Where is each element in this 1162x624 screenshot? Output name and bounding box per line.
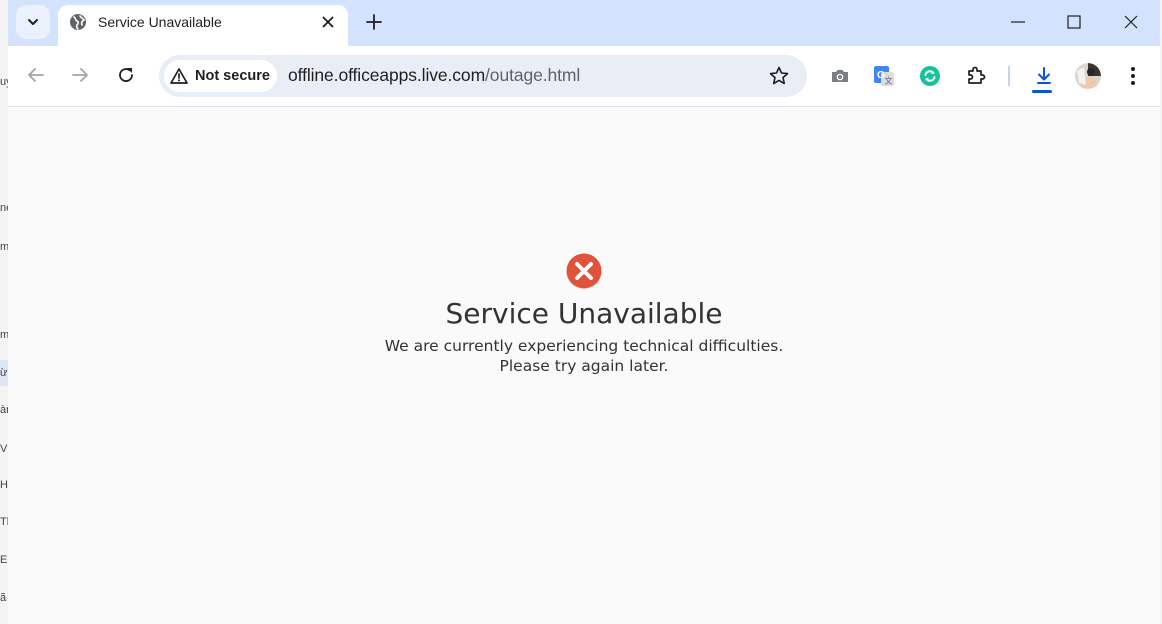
forward-button[interactable] [69, 64, 91, 86]
error-x-icon [566, 253, 602, 289]
tab-active[interactable]: Service Unavailable [58, 5, 348, 46]
url-path: /outage.html [485, 65, 581, 85]
background-fragment: ã [0, 592, 7, 604]
new-tab-button[interactable] [364, 12, 384, 32]
background-fragment: ừ [0, 367, 8, 379]
site-info-chip[interactable]: Not secure [164, 60, 277, 92]
security-label: Not secure [195, 68, 270, 84]
back-button[interactable] [25, 64, 47, 86]
window-close-button[interactable] [1121, 12, 1141, 32]
tab-title: Service Unavailable [98, 14, 222, 30]
maximize-button[interactable] [1064, 12, 1084, 32]
toolbar-separator [1008, 66, 1010, 86]
tab-search-button[interactable] [16, 5, 50, 39]
warning-triangle-icon [170, 68, 188, 84]
close-icon[interactable] [320, 14, 336, 30]
download-progress-indicator [1032, 90, 1052, 93]
reload-button[interactable] [115, 64, 137, 86]
menu-dots-icon[interactable] [1125, 64, 1141, 88]
tab-strip: Service Unavailable [8, 0, 1160, 46]
minimize-button[interactable] [1008, 12, 1028, 32]
grammarly-icon[interactable] [918, 64, 942, 88]
google-translate-icon[interactable]: G 文 [872, 64, 896, 88]
profile-avatar[interactable] [1075, 63, 1101, 89]
globe-icon [70, 14, 86, 30]
chevron-down-icon [28, 19, 38, 25]
browser-window: Service Unavailable Not secure offline.o… [8, 0, 1160, 624]
background-fragment: E [0, 554, 8, 566]
page-content: Service Unavailable We are currently exp… [8, 107, 1160, 624]
background-fragment: V [0, 443, 8, 455]
page-title: Service Unavailable [445, 297, 723, 330]
address-bar[interactable]: Not secure offline.officeapps.live.com/o… [159, 55, 807, 97]
toolbar: Not secure offline.officeapps.live.com/o… [8, 46, 1160, 107]
background-fragment: H [0, 479, 8, 491]
puzzle-icon[interactable] [964, 64, 988, 88]
url-text[interactable]: offline.officeapps.live.com/outage.html [288, 65, 580, 86]
download-icon[interactable] [1032, 64, 1056, 88]
star-icon[interactable] [768, 65, 790, 87]
svg-text:文: 文 [885, 76, 893, 86]
url-host: offline.officeapps.live.com [288, 65, 486, 85]
error-message-line-1: We are currently experiencing technical … [384, 337, 784, 355]
error-message-line-2: Please try again later. [499, 357, 669, 375]
camera-icon[interactable] [828, 64, 852, 88]
